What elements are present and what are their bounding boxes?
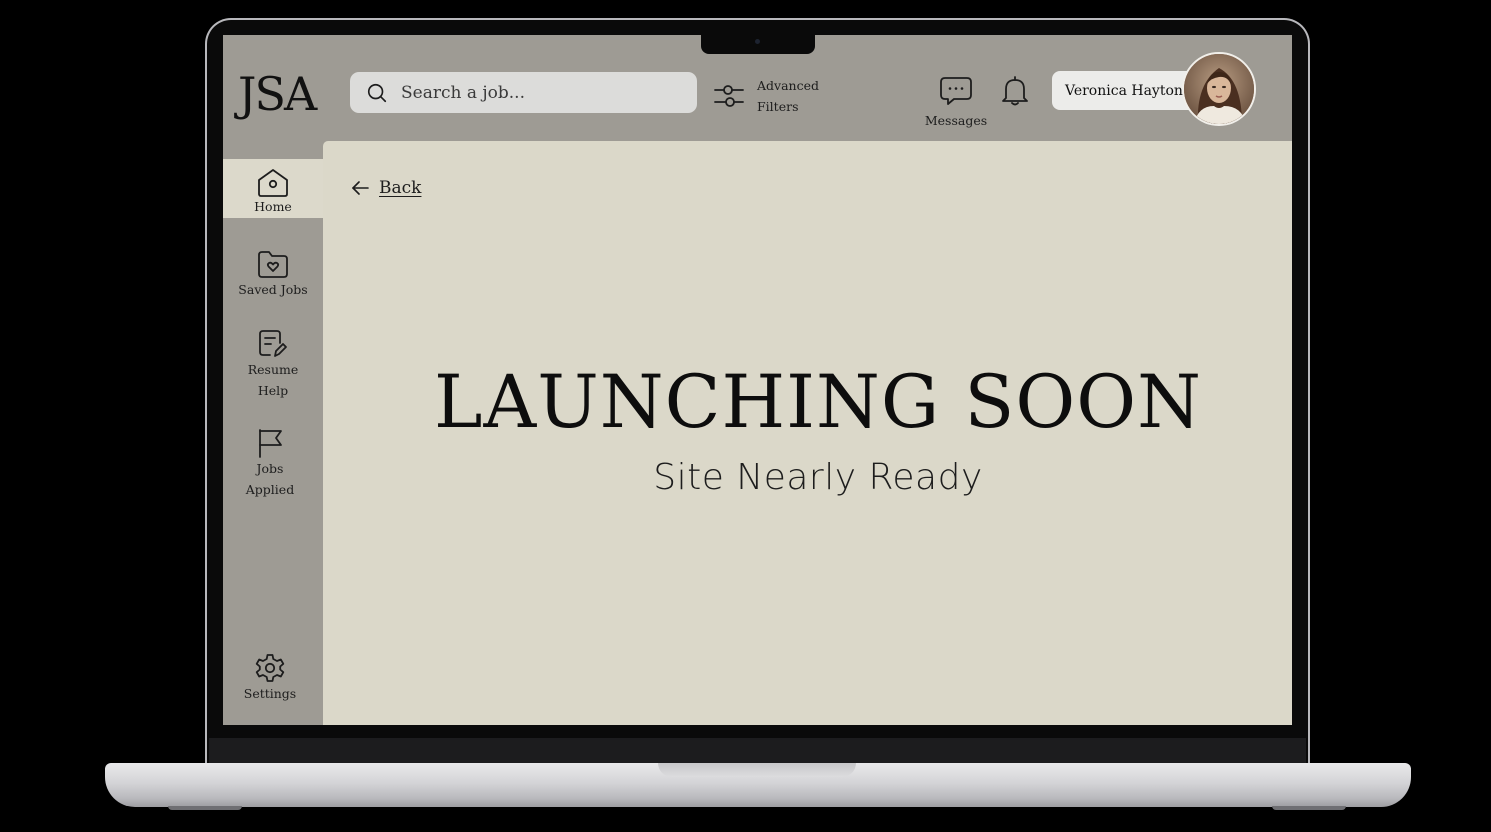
main-content: Back LAUNCHING SOON Site Nearly Ready	[323, 141, 1292, 725]
sidebar-item-home[interactable]: Home	[223, 159, 323, 218]
filters-label-line1: Advanced	[757, 78, 819, 93]
laptop-bezel-chin	[209, 738, 1306, 766]
sidebar-item-label: Home	[254, 199, 292, 214]
sliders-icon	[714, 85, 744, 107]
messages-button[interactable]: Messages	[923, 75, 989, 128]
camera-icon	[755, 39, 760, 44]
sidebar-item-label-line2: Applied	[245, 482, 295, 497]
bell-icon	[1002, 76, 1028, 106]
arrow-left-icon	[352, 181, 369, 195]
messages-label: Messages	[924, 113, 988, 128]
search-icon	[367, 83, 387, 102]
sidebar-item-label-line1: Jobs	[256, 461, 284, 476]
app-screen: JSA Advanced Filters Messages	[223, 35, 1292, 725]
search-input[interactable]	[399, 81, 673, 104]
page-headline: LAUNCHING SOON	[434, 360, 1202, 445]
sidebar-item-label: Saved Jobs	[238, 282, 308, 297]
camera-notch	[701, 35, 815, 54]
notifications-button[interactable]	[999, 75, 1031, 111]
app-logo[interactable]: JSA	[238, 71, 317, 117]
page-subheadline: Site Nearly Ready	[653, 457, 983, 498]
sidebar-item-jobs-applied[interactable]: Jobs Applied	[223, 428, 320, 500]
sidebar-item-saved-jobs[interactable]: Saved Jobs	[223, 249, 323, 300]
back-label: Back	[379, 178, 422, 198]
laptop-opening-notch	[658, 763, 856, 777]
sidebar-item-settings[interactable]: Settings	[223, 653, 320, 704]
gear-icon	[255, 654, 285, 682]
advanced-filters-label: Advanced Filters	[757, 75, 819, 117]
laptop-foot-left	[168, 806, 242, 810]
home-icon	[258, 169, 288, 197]
search-bar[interactable]	[350, 72, 697, 113]
user-name: Veronica Hayton	[1065, 82, 1183, 99]
chat-bubble-icon	[940, 77, 972, 105]
sidebar-item-resume-help[interactable]: Resume Help	[223, 329, 323, 401]
sidebar-item-label-line1: Resume	[247, 362, 299, 377]
document-edit-icon	[259, 330, 287, 357]
flag-icon	[259, 429, 282, 458]
filters-label-line2: Filters	[757, 99, 799, 114]
laptop-foot-right	[1272, 806, 1346, 810]
back-link[interactable]: Back	[352, 178, 421, 198]
sidebar-item-label: Settings	[243, 686, 297, 701]
avatar-photo	[1184, 54, 1254, 124]
sidebar-item-label-line2: Help	[257, 383, 289, 398]
avatar[interactable]	[1182, 52, 1256, 126]
folder-heart-icon	[258, 251, 288, 278]
advanced-filters-button[interactable]: Advanced Filters	[713, 75, 819, 117]
